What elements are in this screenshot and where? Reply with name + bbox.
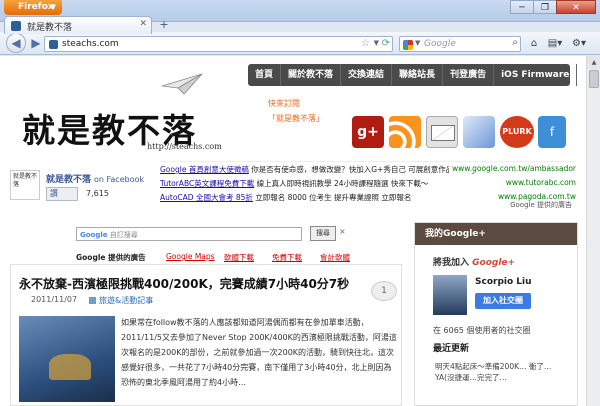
menu-item-links[interactable]: 交換連結	[341, 64, 393, 86]
site-menu: 首頁 關於教不落 交換連結 聯絡站長 刊登廣告 iOS Firmware	[248, 64, 578, 86]
follow-note: 快來訂閱 「就是教不落」	[268, 98, 336, 132]
ad-link-free-download[interactable]: 免費下載	[272, 253, 302, 262]
google-search-label: Google	[80, 231, 108, 239]
facebook-page-name[interactable]: 就是教不落	[46, 175, 91, 185]
follow-note-line1: 快來訂閱	[268, 99, 300, 108]
plurk-icon[interactable]: PLURK	[500, 116, 534, 148]
logo-url: http://steachs.com	[147, 142, 222, 151]
menu-item-home[interactable]: 首頁	[248, 64, 282, 86]
sidebar-google-plus: 我的Google+ 將我加入 Google+ Scorpio Liu 加入社交圈…	[414, 222, 578, 406]
ad-url[interactable]: www.tutorabc.com	[502, 178, 576, 187]
facebook-page-thumbnail[interactable]: 就是教不落	[10, 170, 40, 200]
recent-updates-heading: 最近更新	[433, 344, 470, 354]
follow-note-line2: 「就是教不落」	[268, 114, 324, 123]
post-thumbnail[interactable]	[19, 316, 115, 402]
ad-title[interactable]: Google 首頁創意大使徵稿	[160, 165, 249, 174]
post-excerpt: 如果常在follow教不落的人應該都知道阿湯偶而都有在參加單車活動，2011/1…	[121, 318, 397, 387]
address-bar[interactable]: steachs.com ☆ ▼ ⟳	[44, 36, 393, 52]
ad-link-accounting[interactable]: 會計軟體	[320, 253, 350, 262]
blog-post: 永不放棄-西濱極限挑戰400/200K，完賽成績7小時40分7秒 2011/11…	[10, 264, 402, 406]
ad-title[interactable]: AutoCAD 全國大會考 85折	[160, 193, 253, 202]
site-favicon-icon	[49, 40, 58, 49]
menu-item-about[interactable]: 關於教不落	[281, 64, 342, 86]
firefox-menu-button[interactable]: Firefox ▼	[4, 0, 62, 15]
google-plus-badge: 將我加入 Google+ Scorpio Liu 加入社交圈 在 6065 個使…	[419, 249, 573, 382]
home-icon[interactable]: ⌂	[527, 36, 541, 51]
profile-name[interactable]: Scorpio Liu	[475, 277, 532, 287]
menu-item-contact[interactable]: 聯絡站長	[392, 64, 444, 86]
facebook-name-row: 就是教不落 on Facebook	[46, 172, 144, 185]
facebook-suffix: on Facebook	[94, 175, 145, 184]
reload-icon[interactable]: ⟳	[382, 38, 390, 49]
close-tab-icon[interactable]: ✕	[139, 19, 147, 29]
close-window-button[interactable]: ✕	[556, 0, 596, 14]
menu-item-ios-firmware[interactable]: iOS Firmware	[494, 64, 578, 86]
ad-description: 立即報名 8000 位考生 提升專業證照 立即報名	[255, 193, 412, 202]
back-button[interactable]: ◀	[6, 33, 26, 53]
recent-update-text[interactable]: 明天4點起床～準備200K… 衝了…YA(沒捷運…完完了…	[435, 361, 565, 383]
rss-icon[interactable]	[389, 116, 421, 148]
navigation-bar: ◀ ▶ steachs.com ☆ ▼ ⟳ ▼ Google ⌕ ⌂ ▤▾ ⚙▾	[0, 32, 600, 55]
window-controls: ─ ❐ ✕	[510, 0, 596, 14]
firefox-menu-label: Firefox	[18, 2, 54, 12]
ad-link-google-maps[interactable]: Google Maps	[166, 252, 215, 261]
clear-search-icon[interactable]: ×	[339, 227, 346, 236]
bookmark-star-icon[interactable]: ☆	[361, 38, 370, 49]
address-text: steachs.com	[62, 39, 119, 49]
avatar[interactable]	[433, 275, 467, 315]
link-bar-label: Google 提供的廣告	[76, 253, 146, 262]
paper-plane-icon	[161, 73, 203, 95]
facebook-like-count: 7,615	[86, 189, 109, 198]
ad-link-bar: Google 提供的廣告 Google Maps 軟體下載 免費下載 會計軟體	[76, 252, 376, 262]
tab-active[interactable]: 就是教不落 ✕	[4, 16, 152, 34]
comment-count-badge[interactable]: 1	[371, 281, 397, 301]
ad-attribution[interactable]: Google 提供的廣告	[510, 200, 572, 210]
maximize-button[interactable]: ❐	[533, 0, 557, 14]
sidebar-header: 我的Google+	[415, 223, 577, 245]
search-bar[interactable]: ▼ Google ⌕	[399, 36, 521, 52]
history-dropdown-icon[interactable]: ▼	[374, 39, 379, 47]
scroll-up-icon[interactable]: ▲	[587, 56, 600, 69]
ad-description: 線上真人即時視訊教學 24小時課程隨選 快來下載～	[256, 179, 429, 188]
facebook-like-button[interactable]: 讚	[46, 187, 78, 201]
search-placeholder: Google	[424, 39, 456, 49]
facebook-icon[interactable]: f	[538, 116, 566, 148]
google-plus-brand: Google+	[472, 258, 516, 268]
page-menu-icon[interactable]: ▤▾	[545, 36, 565, 51]
search-icon[interactable]: ⌕	[512, 37, 518, 48]
pen-icon[interactable]	[463, 116, 495, 148]
site-search-button[interactable]: 搜尋	[310, 226, 336, 241]
scrollbar-thumb[interactable]	[589, 70, 599, 88]
engine-dropdown-icon[interactable]: ▼	[415, 39, 420, 47]
site-search-input[interactable]: Google 自訂搜尋	[76, 227, 302, 241]
google-plus-icon[interactable]: g+	[352, 116, 384, 148]
ad-title[interactable]: TutorABC英文課程免費下載	[160, 179, 254, 188]
ad-row[interactable]: Google 首頁創意大使徵稿 你是否有使命感，想做改變？快加入G+秀自己 可展…	[160, 164, 576, 175]
google-custom-search: Google 自訂搜尋 搜尋 ×	[76, 226, 346, 241]
post-title[interactable]: 永不放棄-西濱極限挑戰400/200K，完賽成績7小時40分7秒	[19, 275, 349, 292]
join-label: 將我加入 Google+	[433, 255, 515, 268]
chevron-down-icon: ▼	[50, 3, 56, 11]
ad-link-software[interactable]: 軟體下載	[224, 253, 254, 262]
site-favicon-icon	[11, 21, 21, 31]
ad-url[interactable]: www.google.com.tw/ambassador	[449, 164, 576, 173]
facebook-like-box: 就是教不落 就是教不落 on Facebook 讚 7,615	[10, 166, 158, 212]
new-tab-button[interactable]: +	[156, 18, 172, 31]
vertical-scrollbar[interactable]: ▲	[586, 56, 600, 406]
add-to-circles-button[interactable]: 加入社交圈	[475, 293, 531, 309]
forward-button[interactable]: ▶	[27, 35, 45, 52]
site-search-placeholder: 自訂搜尋	[109, 231, 138, 239]
web-page: 首頁 關於教不落 交換連結 聯絡站長 刊登廣告 iOS Firmware 就是教…	[0, 56, 586, 406]
menu-item-ads[interactable]: 刊登廣告	[443, 64, 495, 86]
minimize-button[interactable]: ─	[510, 0, 534, 14]
post-date: 2011/11/07	[31, 295, 78, 304]
join-prefix: 將我加入	[433, 258, 470, 268]
mail-icon[interactable]	[426, 116, 458, 148]
circles-count-text: 在 6065 個使用者的社交圈	[433, 326, 531, 335]
ad-row[interactable]: TutorABC英文課程免費下載 線上真人即時視訊教學 24小時課程隨選 快來下…	[160, 178, 576, 189]
tools-menu-icon[interactable]: ⚙▾	[568, 36, 590, 51]
tab-title: 就是教不落	[27, 23, 73, 33]
google-engine-icon[interactable]	[403, 40, 413, 50]
post-category[interactable]: 旅遊&活動記事	[89, 295, 153, 306]
